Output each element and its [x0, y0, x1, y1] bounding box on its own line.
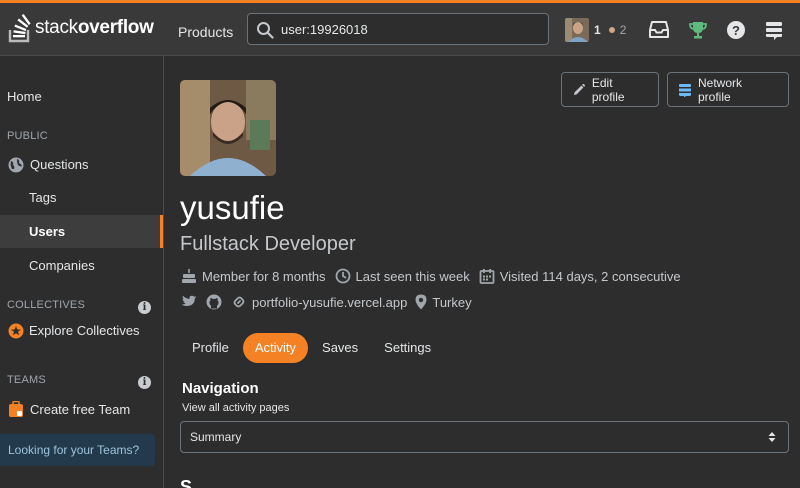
sidebar-item-companies[interactable]: Companies	[0, 249, 163, 282]
activity-page-selected-value: Summary	[190, 430, 242, 444]
inbox-icon[interactable]	[647, 18, 671, 42]
visited-text: Visited 114 days, 2 consecutive	[499, 268, 681, 284]
bronze-badge-icon	[608, 27, 615, 33]
search-box[interactable]	[247, 13, 549, 45]
stackoverflow-logo-icon	[8, 12, 32, 44]
link-icon	[233, 296, 245, 308]
sidebar-item-tags[interactable]: Tags	[0, 181, 163, 214]
calendar-icon	[479, 269, 495, 284]
network-profile-button[interactable]: Network profile	[667, 72, 789, 107]
navigation-heading: Navigation	[182, 380, 259, 397]
navigation-subtitle: View all activity pages	[182, 402, 290, 414]
sidebar-item-label: Create free Team	[30, 402, 131, 417]
profile-title: Fullstack Developer	[180, 233, 356, 255]
cake-icon	[182, 269, 196, 283]
sidebar-item-label: Users	[29, 224, 66, 239]
bronze-badge-count: 2	[619, 23, 627, 37]
pencil-icon	[573, 83, 586, 95]
teams-info-icon[interactable]: i	[138, 376, 151, 389]
network-profile-label: Network profile	[698, 75, 743, 104]
reputation-count: 1	[594, 23, 601, 37]
achievements-trophy-icon[interactable]	[686, 18, 710, 42]
left-sidebar: Home PUBLIC Questions Tags Users Compani…	[0, 56, 164, 488]
tab-saves[interactable]: Saves	[310, 333, 370, 363]
location-text: Turkey	[432, 294, 472, 310]
activity-page-select[interactable]: Summary	[180, 421, 789, 453]
svg-text:?: ?	[732, 23, 740, 38]
profile-photo[interactable]	[180, 80, 276, 176]
tab-profile[interactable]: Profile	[180, 333, 241, 363]
location-pin-icon	[415, 294, 427, 310]
search-icon	[257, 22, 274, 39]
github-icon[interactable]	[206, 294, 222, 310]
sidebar-item-label: Home	[7, 89, 42, 104]
logo-wordmark: stackoverflow	[35, 17, 154, 39]
stackexchange-icon	[679, 83, 691, 97]
sidebar-heading-teams: TEAMS	[7, 374, 46, 386]
edit-profile-label: Edit profile	[591, 75, 625, 104]
member-for-text: Member for 8 months	[202, 268, 326, 284]
select-arrows-icon	[768, 432, 776, 442]
sidebar-item-explore-collectives[interactable]: Explore Collectives	[0, 314, 163, 347]
collectives-info-icon[interactable]: i	[138, 301, 151, 314]
sidebar-item-label: Tags	[29, 190, 57, 205]
last-seen-text: Last seen this week	[355, 268, 470, 284]
search-input[interactable]	[281, 14, 541, 44]
sidebar-item-label: Explore Collectives	[29, 323, 140, 338]
help-icon[interactable]: ?	[724, 18, 748, 42]
sidebar-item-home[interactable]: Home	[0, 80, 163, 113]
tab-activity[interactable]: Activity	[242, 333, 309, 363]
last-seen-item: Last seen this week	[335, 268, 470, 284]
teams-callout-link[interactable]: Looking for your Teams?	[0, 434, 155, 466]
briefcase-icon	[9, 401, 23, 417]
user-profile-link[interactable]: 1 2	[565, 16, 626, 44]
logo-text-bold: overflow	[77, 17, 154, 38]
sidebar-item-label: Questions	[30, 157, 89, 172]
twitter-icon[interactable]	[181, 295, 197, 309]
clock-icon	[335, 268, 350, 284]
globe-icon	[8, 157, 24, 172]
website-link[interactable]: portfolio-yusufie.vercel.app	[252, 295, 407, 310]
sidebar-item-users[interactable]: Users	[0, 215, 163, 248]
tab-settings[interactable]: Settings	[372, 333, 443, 363]
member-for-item: Member for 8 months	[181, 268, 326, 284]
top-bar: stackoverflow Products 1 2	[0, 0, 800, 56]
sidebar-heading-public: PUBLIC	[7, 130, 48, 142]
sidebar-item-create-team[interactable]: Create free Team	[0, 393, 163, 426]
logo-text-light: stack	[35, 17, 78, 38]
below-fold-heading: S	[180, 478, 193, 488]
profile-meta-row: Member for 8 months Last seen this week …	[181, 266, 690, 286]
profile-display-name: yusufie	[180, 189, 285, 226]
sidebar-item-questions[interactable]: Questions	[0, 148, 163, 181]
visited-item: Visited 114 days, 2 consecutive	[479, 268, 681, 284]
stackoverflow-logo[interactable]: stackoverflow	[8, 12, 154, 44]
site-switcher-icon[interactable]	[762, 18, 786, 42]
sidebar-item-label: Companies	[29, 258, 95, 273]
avatar	[565, 18, 589, 42]
collectives-star-icon	[8, 323, 24, 338]
products-menu[interactable]: Products	[166, 19, 245, 45]
profile-links-row: portfolio-yusufie.vercel.app Turkey	[181, 292, 472, 312]
sidebar-heading-collectives: COLLECTIVES	[7, 299, 86, 311]
profile-tabs: Profile Activity Saves Settings	[180, 333, 445, 363]
edit-profile-button[interactable]: Edit profile	[561, 72, 659, 107]
